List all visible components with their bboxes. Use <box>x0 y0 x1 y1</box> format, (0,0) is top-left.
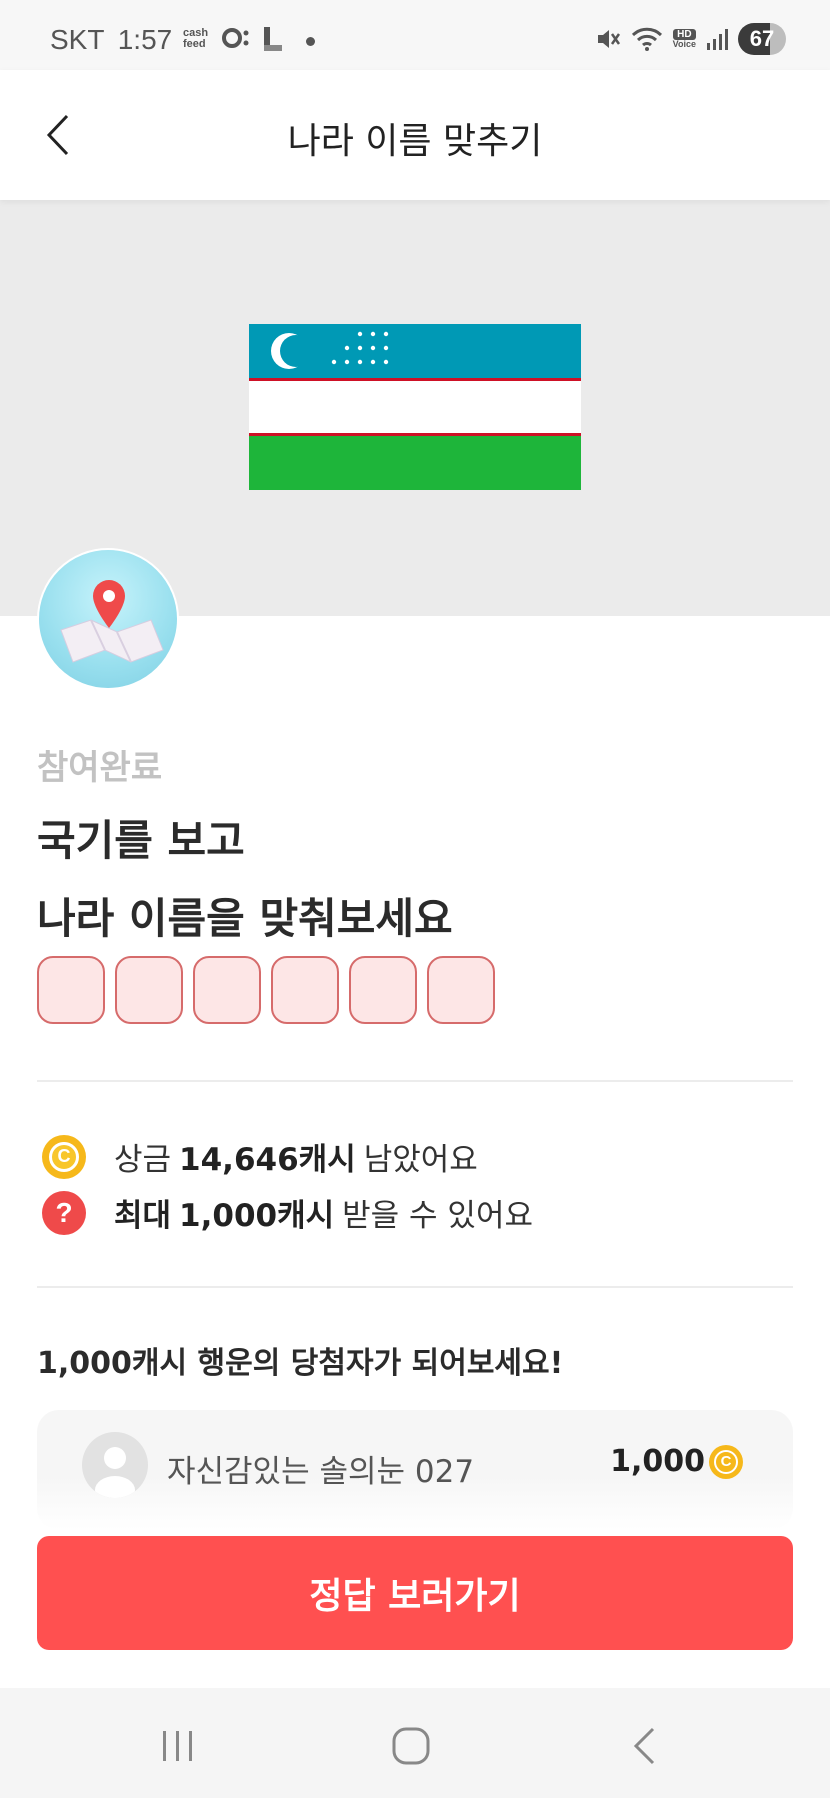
max-reward-row: ? 최대 1,000캐시 받을 수 있어요 <box>42 1190 533 1235</box>
mute-icon <box>597 30 620 48</box>
divider <box>37 1080 793 1082</box>
max-suffix: 받을 수 있어요 <box>342 1198 533 1234</box>
prize-amount: 14,646캐시 <box>179 1142 356 1178</box>
notification-dot-icon <box>306 37 315 46</box>
answer-box[interactable] <box>37 956 105 1024</box>
home-button[interactable] <box>381 1716 441 1776</box>
avatar-icon <box>82 1432 148 1498</box>
hd-voice-icon: HD Voice <box>672 29 696 49</box>
oi-app-icon <box>222 28 249 48</box>
status-time: SKT 1:57 <box>50 24 172 56</box>
back-icon <box>633 1727 655 1765</box>
l-app-icon <box>264 27 282 51</box>
coin-icon: C <box>42 1134 86 1179</box>
question-line-2: 나라 이름을 맞춰보세요 <box>37 894 453 943</box>
answer-box[interactable] <box>349 956 417 1024</box>
lucky-winner-title: 1,000캐시 행운의 당첨자가 되어보세요! <box>37 1346 564 1381</box>
answer-boxes <box>37 956 495 1024</box>
help-icon: ? <box>42 1190 86 1235</box>
system-back-button[interactable] <box>614 1716 674 1776</box>
see-answer-button[interactable]: 정답 보러가기 <box>37 1536 793 1650</box>
prize-remaining-row: C 상금 14,646캐시 남았어요 <box>42 1134 478 1179</box>
time-label: 1:57 <box>117 24 173 55</box>
answer-box[interactable] <box>115 956 183 1024</box>
coin-icon: C <box>709 1444 743 1479</box>
recent-apps-button[interactable] <box>148 1716 208 1776</box>
uzbekistan-flag <box>249 324 581 490</box>
winner-amount: 1,000 C <box>610 1444 743 1479</box>
answer-box[interactable] <box>427 956 495 1024</box>
signal-icon <box>707 29 728 50</box>
map-pin-icon <box>60 580 164 663</box>
page-title: 나라 이름 맞추기 <box>287 121 543 162</box>
map-pin-badge-icon <box>37 548 179 690</box>
wifi-icon <box>631 27 662 51</box>
quiz-question: 국기를 보고 나라 이름을 맞춰보세요 <box>37 802 453 958</box>
system-nav-bar <box>0 1688 830 1798</box>
answer-box[interactable] <box>193 956 261 1024</box>
prize-suffix: 남았어요 <box>363 1142 478 1178</box>
question-line-1: 국기를 보고 <box>37 816 245 865</box>
divider <box>37 1286 793 1288</box>
battery-icon: 67 <box>738 23 786 55</box>
max-amount: 1,000캐시 <box>179 1198 335 1234</box>
app-header: 나라 이름 맞추기 <box>0 70 830 200</box>
max-prefix: 최대 <box>114 1198 172 1234</box>
winner-card: 자신감있는 솔의눈 027 1,000 C <box>37 1410 793 1530</box>
recent-apps-icon <box>163 1731 192 1761</box>
winner-name: 자신감있는 솔의눈 027 <box>167 1454 475 1490</box>
status-bar: SKT 1:57 cash feed HD Voice 67 <box>0 0 830 70</box>
cashfeed-icon: cash feed <box>183 27 209 50</box>
participation-status: 참여완료 <box>37 748 163 788</box>
carrier-label: SKT <box>50 24 104 55</box>
status-icons: HD Voice 67 <box>595 22 786 56</box>
answer-box[interactable] <box>271 956 339 1024</box>
prize-prefix: 상금 <box>114 1142 172 1178</box>
home-icon <box>392 1727 430 1765</box>
